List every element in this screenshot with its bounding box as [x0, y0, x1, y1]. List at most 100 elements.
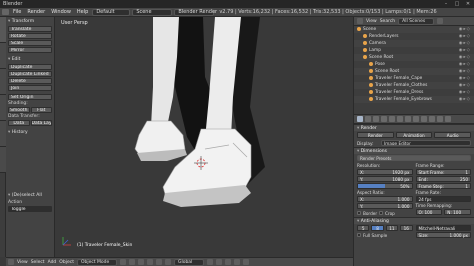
join-button[interactable]: Join — [8, 85, 52, 91]
outliner-display-mode[interactable]: All Scenes — [398, 17, 435, 25]
resolution-y-field[interactable]: Y: 1080 px — [357, 176, 413, 182]
anti-aliasing-panel-header[interactable]: Anti-Aliasing — [354, 217, 474, 224]
deselect-panel-header[interactable]: (De)select All — [8, 193, 52, 199]
render-preview-icon[interactable] — [242, 259, 249, 265]
mirror-button[interactable]: Mirror — [8, 47, 52, 53]
audio-button[interactable]: Audio — [434, 132, 472, 138]
translate-button[interactable]: Translate — [8, 26, 52, 32]
snap-icon[interactable] — [233, 259, 240, 265]
data-button[interactable]: Data — [8, 120, 30, 126]
data-icon[interactable] — [413, 116, 419, 122]
aa-samples-16[interactable]: 16 — [400, 225, 413, 231]
viewport-shading-icon[interactable] — [119, 259, 126, 265]
set-origin-button[interactable]: Set Origin — [8, 94, 52, 100]
layers-icon[interactable] — [206, 259, 213, 265]
visibility-icons[interactable]: ◉▸◇ — [459, 26, 471, 33]
action-select[interactable]: Toggle — [8, 206, 52, 212]
editor-type-icon[interactable] — [8, 259, 14, 265]
outliner-row[interactable]: Scene Root ◉▸◇ — [354, 54, 474, 61]
aa-samples-5[interactable]: 5 — [357, 225, 370, 231]
smooth-button[interactable]: Smooth — [8, 107, 30, 113]
outliner-row[interactable]: Pose ◉▸◇ — [354, 61, 474, 68]
render-button[interactable]: Render — [357, 132, 394, 138]
crop-checkbox[interactable]: Crop — [379, 210, 395, 216]
scene-icon[interactable] — [373, 116, 379, 122]
animation-button[interactable]: Animation — [395, 132, 433, 138]
visibility-icons[interactable]: ◉▸◇ — [459, 82, 471, 89]
object-icon[interactable] — [389, 116, 395, 122]
outliner-row[interactable]: Camera ◉▸◇ — [354, 40, 474, 47]
3d-viewport[interactable]: User Persp (1) Traveler Female_Skin — [55, 17, 353, 257]
layers-icon-2[interactable] — [215, 259, 222, 265]
data-layers-button[interactable]: Data Lay — [30, 120, 52, 126]
info-editor-icon[interactable] — [2, 9, 9, 15]
menu-file[interactable]: File — [11, 9, 23, 15]
visibility-icons[interactable]: ◉▸◇ — [459, 75, 471, 82]
visibility-icons[interactable]: ◉▸◇ — [459, 89, 471, 96]
time-remap-new-field[interactable]: N: 100 — [444, 209, 471, 215]
visibility-icons[interactable]: ◉▸◇ — [459, 33, 471, 40]
particles-icon[interactable] — [437, 116, 443, 122]
menu-help[interactable]: Help — [75, 9, 90, 15]
constraints-icon[interactable] — [397, 116, 403, 122]
layout-selector[interactable]: Default — [92, 8, 131, 16]
outliner-row[interactable]: Traveler Female_Cape ◉▸◇ — [354, 75, 474, 82]
visibility-icons[interactable]: ◉▸◇ — [459, 68, 471, 75]
menu-window[interactable]: Window — [49, 9, 73, 15]
scene-selector[interactable]: Scene — [132, 8, 173, 16]
resolution-x-field[interactable]: X: 1920 px — [357, 169, 413, 175]
display-select[interactable]: Image Editor — [381, 140, 471, 146]
maximize-button[interactable]: □ — [453, 0, 461, 8]
aspect-y-field[interactable]: Y: 1.000 — [357, 203, 413, 209]
menu-select[interactable]: Select — [31, 260, 45, 265]
end-frame-field[interactable]: End: 250 — [415, 176, 471, 182]
outliner-row[interactable]: Lamp ◉▸◇ — [354, 47, 474, 54]
world-icon[interactable] — [381, 116, 387, 122]
flat-button[interactable]: Flat — [30, 107, 52, 113]
manipulator-icon[interactable] — [137, 259, 144, 265]
texture-icon[interactable] — [429, 116, 435, 122]
resolution-percent-slider[interactable]: 50% — [357, 183, 413, 189]
visibility-icons[interactable]: ◉▸◇ — [459, 61, 471, 68]
render-layers-icon[interactable] — [365, 116, 371, 122]
rotate-manipulator-icon[interactable] — [155, 259, 162, 265]
outliner-row[interactable]: Scene ◉▸◇ — [354, 26, 474, 33]
scale-manipulator-icon[interactable] — [164, 259, 171, 265]
delete-button[interactable]: Delete — [8, 78, 52, 84]
rotate-button[interactable]: Rotate — [8, 33, 52, 39]
outliner-row[interactable]: Traveler Female_Clothes ◉▸◇ — [354, 82, 474, 89]
physics-icon[interactable] — [445, 116, 451, 122]
duplicate-linked-button[interactable]: Duplicate Linked — [8, 71, 52, 77]
transform-panel-header[interactable]: Transform — [8, 19, 52, 25]
aa-filter-select[interactable]: Mitchell-Netravali — [415, 225, 471, 231]
aa-samples-11[interactable]: 11 — [385, 225, 399, 231]
outliner-row[interactable]: RenderLayers ◉▸◇ — [354, 33, 474, 40]
search-icon[interactable] — [437, 18, 444, 24]
frame-step-field[interactable]: Frame Step: 1 — [415, 183, 471, 189]
menu-view[interactable]: View — [17, 260, 28, 265]
menu-render[interactable]: Render — [25, 9, 47, 15]
render-panel-header[interactable]: Render — [354, 124, 474, 131]
scale-button[interactable]: Scale — [8, 40, 52, 46]
menu-object[interactable]: Object — [59, 260, 74, 265]
edit-panel-header[interactable]: Edit — [8, 57, 52, 63]
duplicate-button[interactable]: Duplicate — [8, 64, 52, 70]
render-engine-select[interactable]: Blender Render — [174, 8, 217, 16]
border-checkbox[interactable]: Border — [357, 210, 377, 216]
visibility-icons[interactable]: ◉▸◇ — [459, 96, 471, 103]
aa-samples-8[interactable]: 8 — [371, 225, 384, 231]
translate-manipulator-icon[interactable] — [146, 259, 153, 265]
time-remap-old-field[interactable]: O: 100 — [415, 209, 443, 215]
minimize-button[interactable]: – — [442, 0, 450, 8]
full-sample-checkbox[interactable]: Full Sample — [357, 232, 413, 238]
aa-size-field[interactable]: Size: 1.000 px — [415, 232, 471, 238]
render-context-icon[interactable] — [357, 116, 363, 122]
orientation-select[interactable]: Global — [173, 258, 204, 266]
menu-add[interactable]: Add — [48, 260, 57, 265]
viewport-scene[interactable] — [55, 17, 353, 257]
modifiers-icon[interactable] — [405, 116, 411, 122]
render-presets-select[interactable]: Render Presets — [357, 155, 471, 161]
start-frame-field[interactable]: Start Frame: 1 — [415, 169, 471, 175]
pivot-point-icon[interactable] — [128, 259, 135, 265]
outliner-menu-search[interactable]: Search — [380, 19, 395, 24]
